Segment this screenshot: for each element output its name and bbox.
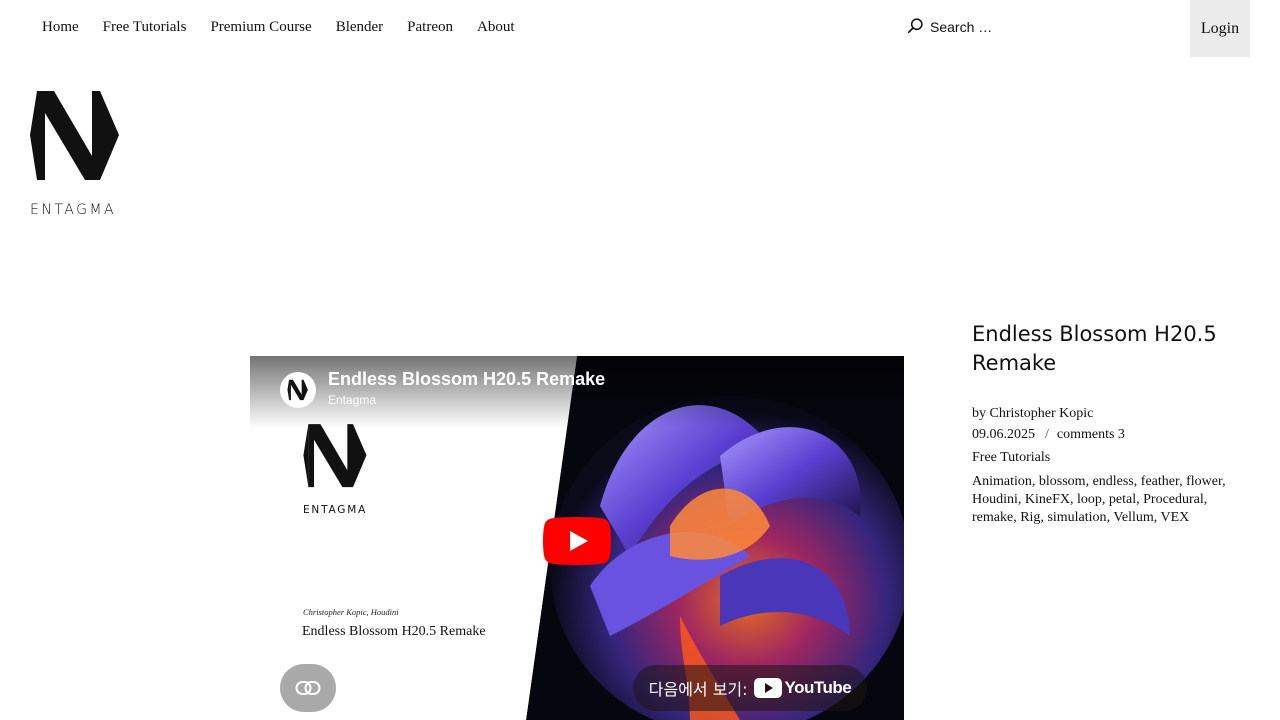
tag-link[interactable]: flower [1186, 474, 1222, 489]
tag-link[interactable]: Vellum [1113, 510, 1153, 525]
category-link[interactable]: Free Tutorials [972, 450, 1050, 465]
search-icon[interactable] [907, 17, 924, 37]
youtube-logo: YouTube [753, 678, 852, 698]
thumbnail-byline: Christopher Kopic, Houdini [303, 607, 399, 617]
entagma-logo-icon [287, 379, 308, 401]
tag-link[interactable]: Procedural [1143, 492, 1204, 507]
tag-link[interactable]: Animation [972, 474, 1032, 489]
search-input[interactable] [930, 19, 1110, 35]
entagma-logo-icon [30, 91, 119, 180]
tag-link[interactable]: petal [1109, 492, 1136, 507]
login-button[interactable]: Login [1190, 0, 1250, 57]
post-author-line: by Christopher Kopic [972, 405, 1093, 423]
nav-blender[interactable]: Blender [336, 18, 383, 36]
tag-link[interactable]: feather [1141, 474, 1179, 489]
nav-premium-course[interactable]: Premium Course [210, 18, 311, 36]
byline-prefix: by [972, 406, 986, 421]
video-title[interactable]: Endless Blossom H20.5 Remake [328, 369, 605, 390]
post-title: Endless Blossom H20.5 Remake [972, 322, 1217, 375]
nav-about[interactable]: About [477, 18, 515, 36]
channel-avatar[interactable] [280, 372, 316, 408]
watch-on-youtube-button[interactable]: 다음에서 보기: YouTube [633, 665, 867, 711]
tag-link[interactable]: Houdini [972, 492, 1018, 507]
nav-home[interactable]: Home [42, 18, 79, 36]
thumbnail-caption: Endless Blossom H20.5 Remake [302, 624, 486, 639]
tag-link[interactable]: Rig [1020, 510, 1040, 525]
tag-link[interactable]: VEX [1161, 510, 1190, 525]
youtube-embed[interactable]: Endless Blossom H20.5 Remake Entagma ENT… [250, 356, 904, 720]
nav-patreon[interactable]: Patreon [407, 18, 453, 36]
tag-link[interactable]: endless [1093, 474, 1134, 489]
youtube-icon [753, 678, 782, 698]
watch-on-label: 다음에서 보기: [648, 680, 748, 699]
tag-link[interactable]: simulation [1047, 510, 1106, 525]
meta-separator: / [1045, 427, 1049, 442]
tag-link[interactable]: blossom [1039, 474, 1086, 489]
video-title-bar [250, 356, 904, 428]
site-logo[interactable]: ENTAGMA [30, 88, 122, 218]
tag-link[interactable]: remake [972, 510, 1013, 525]
nav-free-tutorials[interactable]: Free Tutorials [103, 18, 187, 36]
logo-wordmark: ENTAGMA [30, 202, 117, 218]
video-channel[interactable]: Entagma [328, 393, 376, 407]
tag-link[interactable]: loop [1077, 492, 1102, 507]
comments-link[interactable]: comments 3 [1057, 427, 1125, 442]
author-link[interactable]: Christopher Kopic [990, 406, 1094, 421]
copy-link-button[interactable] [280, 664, 336, 712]
post-date: 09.06.2025 [972, 427, 1035, 442]
thumbnail-logo: ENTAGMA [303, 422, 369, 516]
search-bar [907, 17, 1110, 37]
thumbnail-logo-wordmark: ENTAGMA [303, 504, 368, 516]
post-category-line: Free Tutorials [972, 449, 1050, 467]
link-icon [295, 681, 321, 695]
youtube-wordmark: YouTube [784, 678, 852, 697]
tag-link[interactable]: KineFX [1025, 492, 1070, 507]
post-tags: Animation, blossom, endless, feather, fl… [972, 474, 1226, 525]
post-date-line: 09.06.2025 / comments 3 [972, 426, 1125, 444]
entagma-logo-icon [303, 424, 367, 488]
play-icon[interactable] [543, 517, 611, 565]
main-nav: Home Free Tutorials Premium Course Blend… [42, 18, 539, 36]
